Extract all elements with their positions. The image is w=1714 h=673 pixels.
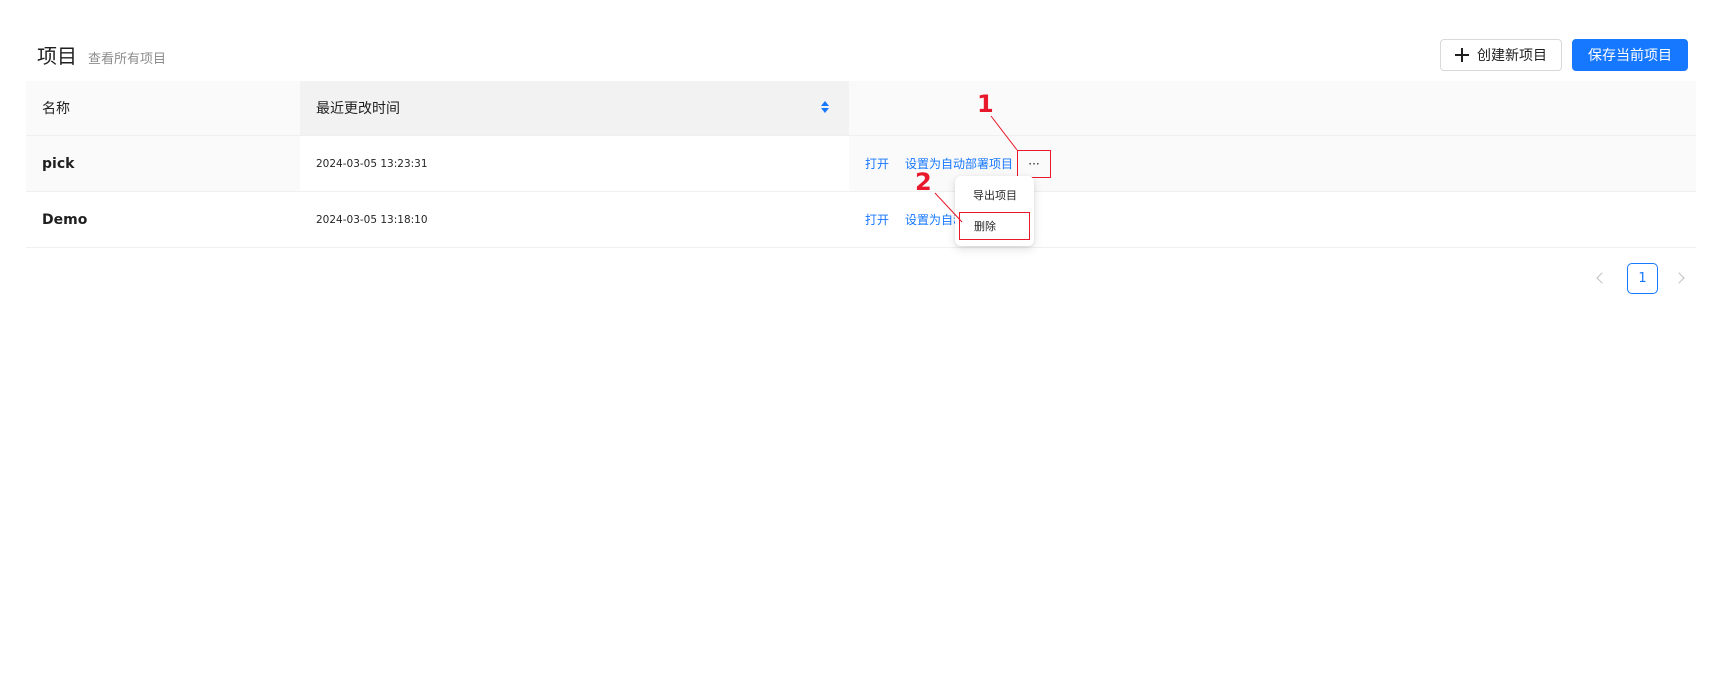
create-project-button[interactable]: 创建新项目 [1440,39,1562,71]
more-icon[interactable]: ··· [1017,149,1052,178]
page-subtitle: 查看所有项目 [88,52,167,67]
chevron-left-icon[interactable] [1592,270,1608,286]
plus-icon [1455,48,1469,62]
table-row: pick 2024-03-05 13:23:31 打开 设置为自动部署项目 ··… [26,136,1696,192]
annotation-step-2: 2 [915,168,932,196]
open-link[interactable]: 打开 [865,155,889,172]
project-modified-time: 2024-03-05 13:23:31 [300,136,849,191]
column-header-name-label: 名称 [42,101,70,117]
sort-icon[interactable] [821,101,831,115]
export-project-menu-item[interactable]: 导出项目 [959,181,1030,209]
project-name: pick [42,155,75,172]
page-title: 项目 [37,44,77,68]
save-project-label: 保存当前项目 [1588,48,1672,64]
column-header-modified[interactable]: 最近更改时间 [300,81,849,135]
table-header: 名称 最近更改时间 [26,81,1696,136]
create-project-label: 创建新项目 [1477,48,1547,64]
project-name: Demo [42,211,88,228]
projects-table: 名称 最近更改时间 pick 2024-03-05 13:23:31 打开 设置… [26,81,1696,248]
column-header-name: 名称 [26,81,300,135]
save-project-button[interactable]: 保存当前项目 [1572,39,1688,71]
delete-menu-item[interactable]: 删除 [959,212,1030,240]
table-row: Demo 2024-03-05 13:18:10 打开 设置为自动 [26,192,1696,248]
open-link[interactable]: 打开 [865,211,889,228]
page-header: 项目 查看所有项目 [37,40,166,70]
project-modified-time: 2024-03-05 13:18:10 [316,213,428,226]
more-actions-dropdown: 导出项目 删除 [955,176,1034,246]
pagination-page-1[interactable]: 1 [1627,263,1658,294]
column-header-modified-label: 最近更改时间 [316,101,400,117]
chevron-right-icon[interactable] [1673,270,1689,286]
annotation-step-1: 1 [977,90,994,118]
